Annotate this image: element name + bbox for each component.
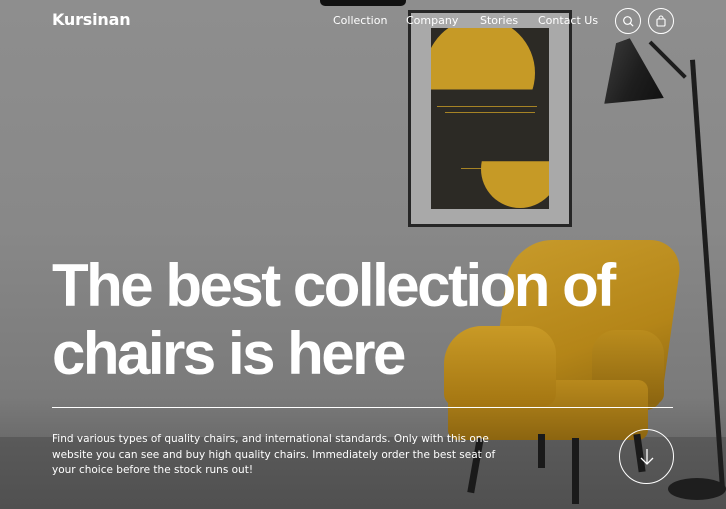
- scroll-down-button[interactable]: [619, 429, 674, 484]
- hero-headline-line-1: The best collection of: [52, 252, 616, 319]
- wall-art-frame: [408, 10, 572, 227]
- search-button[interactable]: [615, 8, 641, 34]
- nav-link-company[interactable]: Company: [406, 14, 458, 27]
- nav-link-collection[interactable]: Collection: [333, 14, 387, 27]
- hero-headline: The best collection of chairs is here: [52, 252, 672, 388]
- hero-headline-line-2: chairs is here: [52, 320, 406, 387]
- floor-lamp-arm: [648, 40, 687, 79]
- floor-lamp-base: [668, 478, 726, 500]
- shopping-bag-icon: [656, 15, 666, 27]
- brand-logo[interactable]: Kursinan: [52, 10, 131, 29]
- armchair-leg: [572, 438, 579, 504]
- hero-divider: [52, 407, 673, 408]
- arrow-down-icon: [640, 448, 653, 465]
- armchair-leg: [538, 434, 545, 468]
- cart-button[interactable]: [648, 8, 674, 34]
- camera-notch: [320, 0, 406, 6]
- hero-description: Find various types of quality chairs, an…: [52, 433, 496, 476]
- wall-art: [431, 28, 549, 209]
- floor-lamp-pole: [690, 59, 725, 489]
- search-icon: [623, 16, 634, 27]
- nav-link-contact-us[interactable]: Contact Us: [538, 14, 598, 27]
- top-navbar: Kursinan Collection Company Stories Cont…: [0, 0, 726, 42]
- nav-link-stories[interactable]: Stories: [480, 14, 518, 27]
